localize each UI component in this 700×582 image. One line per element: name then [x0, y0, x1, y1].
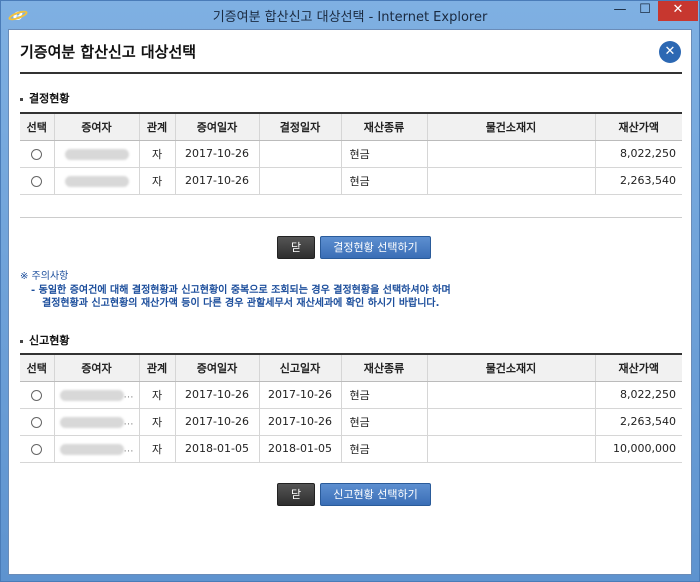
value-cell: 8,022,250	[594, 140, 682, 168]
donor-cell: …	[53, 381, 139, 409]
decision-close-button[interactable]: 닫기	[277, 236, 315, 275]
table-row[interactable]: … 자 2017-10-26 2017-10-26 현금 8,022,250	[20, 381, 682, 409]
col-asset-type: 재산종류	[340, 353, 427, 382]
donor-cell: …	[53, 408, 139, 436]
col-gift-date: 증여일자	[174, 353, 259, 382]
table-row[interactable]: … 자 2017-10-26 2017-10-26 현금 2,263,540	[20, 408, 682, 436]
value-cell: 8,022,250	[594, 381, 682, 409]
report-table: 선택 증여자 관계 증여일자 신고일자 재산종류 물건소재지 재산가액 … 자 …	[20, 353, 682, 463]
location-cell	[426, 381, 595, 409]
col-select: 선택	[20, 353, 54, 382]
col-location: 물건소재지	[426, 353, 595, 382]
relation-cell: 자	[138, 435, 175, 463]
asset-type-cell: 현금	[340, 167, 427, 195]
asset-type-cell: 현금	[340, 408, 427, 436]
decision-section-heading: 결정현황	[20, 90, 69, 106]
asset-type-cell: 현금	[340, 140, 427, 168]
col-relation: 관계	[138, 353, 175, 382]
report-select-button[interactable]: 신고현황 선택하기	[320, 483, 431, 506]
report-table-header: 선택 증여자 관계 증여일자 신고일자 재산종류 물건소재지 재산가액	[20, 353, 682, 382]
redacted-name	[59, 389, 124, 401]
relation-cell: 자	[138, 140, 175, 168]
location-cell	[426, 408, 595, 436]
report-section-heading: 신고현황	[20, 332, 69, 348]
gift-date-cell: 2017-10-26	[174, 167, 259, 195]
location-cell	[426, 167, 595, 195]
col-select: 선택	[20, 112, 54, 141]
col-donor: 증여자	[53, 112, 139, 141]
row-radio[interactable]	[31, 443, 43, 455]
decision-date-cell	[258, 167, 341, 195]
window-close-button[interactable]: ✕	[658, 1, 698, 21]
notice-line-2: 결정현황과 신고현황의 재산가액 등이 다른 경우 관할세무서 재산세과에 확인…	[42, 298, 440, 309]
report-date-cell: 2018-01-05	[258, 435, 341, 463]
relation-cell: 자	[138, 167, 175, 195]
gift-date-cell: 2018-01-05	[174, 435, 259, 463]
redacted-name	[64, 148, 129, 160]
asset-type-cell: 현금	[340, 381, 427, 409]
value-cell: 10,000,000	[594, 435, 682, 463]
gift-date-cell: 2017-10-26	[174, 408, 259, 436]
col-donor: 증여자	[53, 353, 139, 382]
value-cell: 2,263,540	[594, 408, 682, 436]
gift-date-cell: 2017-10-26	[174, 381, 259, 409]
decision-table-header: 선택 증여자 관계 증여일자 결정일자 재산종류 물건소재지 재산가액	[20, 112, 682, 141]
report-date-cell: 2017-10-26	[258, 408, 341, 436]
report-date-cell: 2017-10-26	[258, 381, 341, 409]
donor-cell: …	[53, 435, 139, 463]
relation-cell: 자	[138, 408, 175, 436]
bullet-icon	[20, 97, 23, 101]
close-circle-icon[interactable]: ✕	[659, 41, 681, 63]
browser-window: e 기증여분 합산신고 대상선택 - Internet Explorer — ☐…	[0, 0, 700, 582]
decision-heading-text: 결정현황	[29, 92, 70, 105]
col-location: 물건소재지	[426, 112, 595, 141]
notice-title: ※ 주의사항	[20, 271, 69, 282]
window-title: 기증여분 합산신고 대상선택 - Internet Explorer	[212, 10, 488, 25]
minimize-button[interactable]: —	[607, 1, 633, 21]
location-cell	[426, 140, 595, 168]
asset-type-cell: 현금	[340, 435, 427, 463]
gift-date-cell: 2017-10-26	[174, 140, 259, 168]
row-radio[interactable]	[31, 175, 43, 187]
maximize-button[interactable]: ☐	[633, 1, 657, 21]
col-asset-type: 재산종류	[340, 112, 427, 141]
col-report-date: 신고일자	[258, 353, 341, 382]
donor-cell	[53, 167, 139, 195]
donor-cell	[53, 140, 139, 168]
table-row[interactable]: 자 2017-10-26 현금 8,022,250	[20, 140, 682, 168]
title-bar[interactable]: e 기증여분 합산신고 대상선택 - Internet Explorer — ☐…	[1, 1, 699, 29]
bullet-icon	[20, 339, 23, 343]
row-radio[interactable]	[31, 148, 43, 160]
report-heading-text: 신고현황	[29, 334, 70, 347]
row-radio[interactable]	[31, 389, 43, 401]
relation-cell: 자	[138, 381, 175, 409]
col-value: 재산가액	[594, 353, 682, 382]
dialog-content: 기증여분 합산신고 대상선택 ✕ 결정현황 선택 증여자 관계 증여일자 결정일…	[8, 29, 692, 575]
page-title: 기증여분 합산신고 대상선택	[20, 43, 197, 61]
col-relation: 관계	[138, 112, 175, 141]
row-radio[interactable]	[31, 416, 43, 428]
report-close-button[interactable]: 닫기	[277, 483, 315, 522]
col-value: 재산가액	[594, 112, 682, 141]
redacted-name	[59, 416, 124, 428]
redacted-name	[64, 175, 129, 187]
decision-select-button[interactable]: 결정현황 선택하기	[320, 236, 431, 259]
title-divider	[20, 72, 682, 74]
table-row[interactable]: 자 2017-10-26 현금 2,263,540	[20, 167, 682, 195]
col-gift-date: 증여일자	[174, 112, 259, 141]
redacted-name	[59, 443, 124, 455]
value-cell: 2,263,540	[594, 167, 682, 195]
col-decision-date: 결정일자	[258, 112, 341, 141]
table-row[interactable]: … 자 2018-01-05 2018-01-05 현금 10,000,000	[20, 435, 682, 463]
decision-table: 선택 증여자 관계 증여일자 결정일자 재산종류 물건소재지 재산가액 자 20…	[20, 112, 682, 195]
section-divider	[20, 217, 682, 218]
decision-date-cell	[258, 140, 341, 168]
location-cell	[426, 435, 595, 463]
